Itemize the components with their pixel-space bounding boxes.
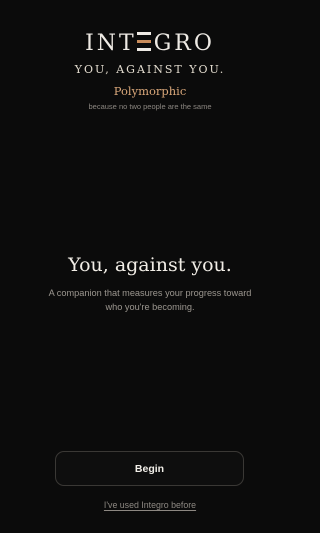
hero-title: You, against you. xyxy=(68,254,232,276)
mode-name: Polymorphic xyxy=(113,84,187,98)
begin-button[interactable]: Begin xyxy=(55,451,244,486)
returning-user-link[interactable]: I've used Integro before xyxy=(104,500,196,510)
hero-description: A companion that measures your progress … xyxy=(48,288,252,312)
welcome-screen: INT GRO YOU, AGAINST YOU. Polymorphic bec… xyxy=(0,0,300,533)
logo-text-prefix: INT xyxy=(85,31,137,56)
brand-logo: INT GRO xyxy=(0,31,300,57)
brand-tagline: YOU, AGAINST YOU. xyxy=(74,63,226,76)
mode-subtitle: because no two people are the same xyxy=(88,102,212,111)
logo-text-suffix: GRO xyxy=(153,31,215,56)
triple-bar-e-icon xyxy=(136,32,151,51)
returning-user-row: I've used Integro before xyxy=(0,499,300,511)
